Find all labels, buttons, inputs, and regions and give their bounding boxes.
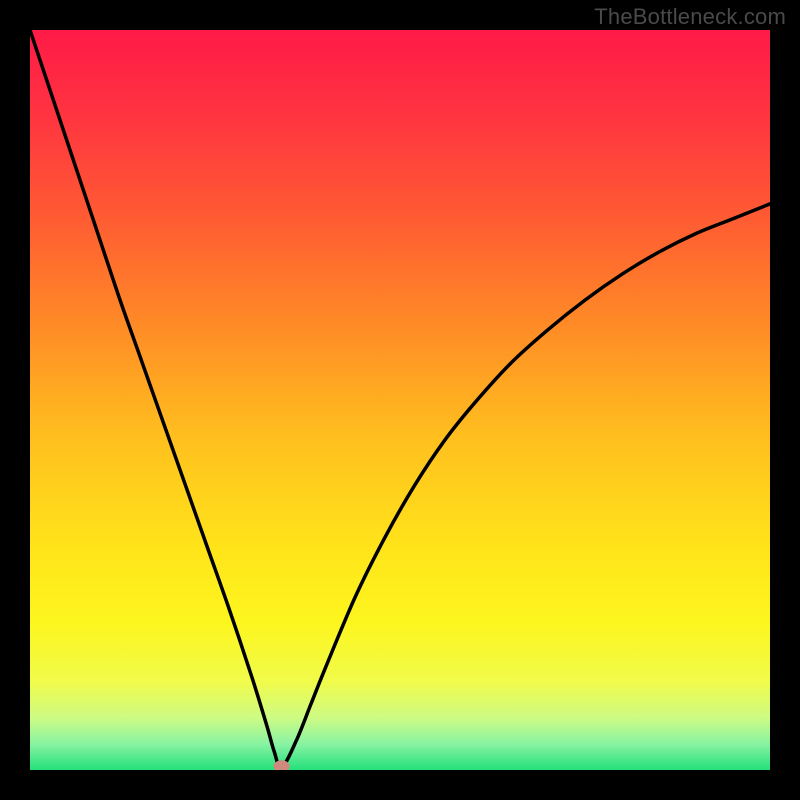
- chart-container: TheBottleneck.com: [0, 0, 800, 800]
- bottleneck-chart: [30, 30, 770, 770]
- gradient-background: [30, 30, 770, 770]
- plot-area: [30, 30, 770, 770]
- watermark-text: TheBottleneck.com: [594, 4, 786, 30]
